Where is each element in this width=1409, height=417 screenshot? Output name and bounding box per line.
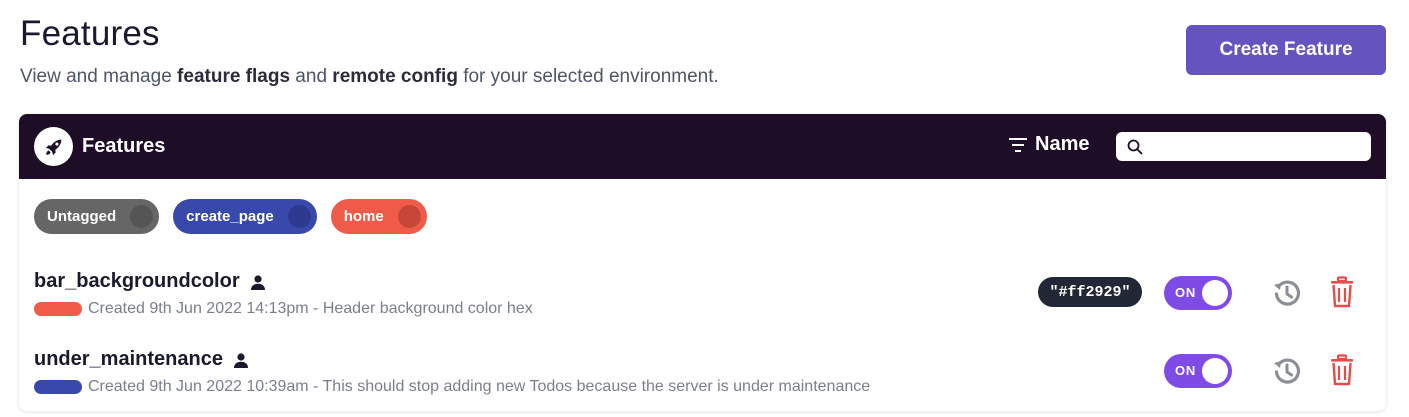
rocket-icon xyxy=(34,127,73,166)
tag-toggle-dot xyxy=(287,205,311,228)
sort-label: Name xyxy=(1035,133,1090,155)
toggle-label: ON xyxy=(1175,285,1197,300)
panel-header: Features Name xyxy=(19,114,1386,179)
feature-name: bar_backgroundcolor xyxy=(34,270,240,292)
tag-toggle-dot xyxy=(397,205,421,228)
tag-filter-list: Untagged create_page home xyxy=(34,199,427,234)
delete-button[interactable] xyxy=(1324,352,1360,388)
history-button[interactable] xyxy=(1268,353,1304,389)
feature-name-link[interactable]: under_maintenance xyxy=(34,348,249,371)
page-description: View and manage feature flags and remote… xyxy=(20,66,719,88)
tag-color-pill xyxy=(34,302,82,316)
feature-row[interactable]: under_maintenance Created 9th Jun 2022 1… xyxy=(19,335,1386,405)
feature-name-link[interactable]: bar_backgroundcolor xyxy=(34,270,266,293)
user-icon xyxy=(233,352,248,368)
history-icon xyxy=(1274,280,1300,306)
feature-meta-text: Created 9th Jun 2022 14:13pm - Header ba… xyxy=(88,300,533,317)
search-input[interactable] xyxy=(1149,132,1371,161)
toggle-knob xyxy=(1202,358,1228,384)
history-icon xyxy=(1274,358,1300,384)
tag-create-page[interactable]: create_page xyxy=(173,199,317,234)
feature-toggle[interactable]: ON xyxy=(1164,354,1232,388)
page-title: Features xyxy=(20,14,160,53)
filter-lines-icon xyxy=(1009,137,1027,152)
feature-toggle[interactable]: ON xyxy=(1164,276,1232,310)
sort-by-name-button[interactable]: Name xyxy=(1009,133,1089,156)
trash-icon xyxy=(1331,276,1353,308)
tag-toggle-dot xyxy=(130,205,154,228)
desc-text-2: and xyxy=(290,66,333,87)
panel-title: Features xyxy=(82,135,166,157)
tag-color-pill xyxy=(34,380,82,394)
features-panel: Features Name Untagged create_page home … xyxy=(19,114,1386,411)
toggle-knob xyxy=(1202,280,1228,306)
delete-button[interactable] xyxy=(1324,274,1360,310)
feature-meta-text: Created 9th Jun 2022 10:39am - This shou… xyxy=(88,378,871,395)
history-button[interactable] xyxy=(1268,275,1304,311)
create-feature-button[interactable]: Create Feature xyxy=(1186,25,1386,75)
toggle-label: ON xyxy=(1175,363,1197,378)
desc-bold-feature-flags: feature flags xyxy=(177,66,291,87)
tag-label: Untagged xyxy=(47,208,117,225)
search-box[interactable] xyxy=(1116,132,1371,161)
tag-label: home xyxy=(343,208,384,225)
feature-meta: Created 9th Jun 2022 14:13pm - Header ba… xyxy=(34,300,533,318)
feature-name: under_maintenance xyxy=(34,348,223,370)
trash-icon xyxy=(1331,354,1353,386)
tag-home[interactable]: home xyxy=(330,199,427,234)
desc-text-3: for your selected environment. xyxy=(457,66,719,87)
desc-text-1: View and manage xyxy=(20,66,178,87)
feature-meta: Created 9th Jun 2022 10:39am - This shou… xyxy=(34,378,870,396)
tag-label: create_page xyxy=(186,208,274,225)
feature-row[interactable]: bar_backgroundcolor Created 9th Jun 2022… xyxy=(19,257,1386,327)
desc-bold-remote-config: remote config xyxy=(332,66,458,87)
user-icon xyxy=(250,274,265,290)
search-icon xyxy=(1127,139,1143,154)
remote-config-value: "#ff2929" xyxy=(1038,277,1142,307)
tag-untagged[interactable]: Untagged xyxy=(34,199,160,234)
